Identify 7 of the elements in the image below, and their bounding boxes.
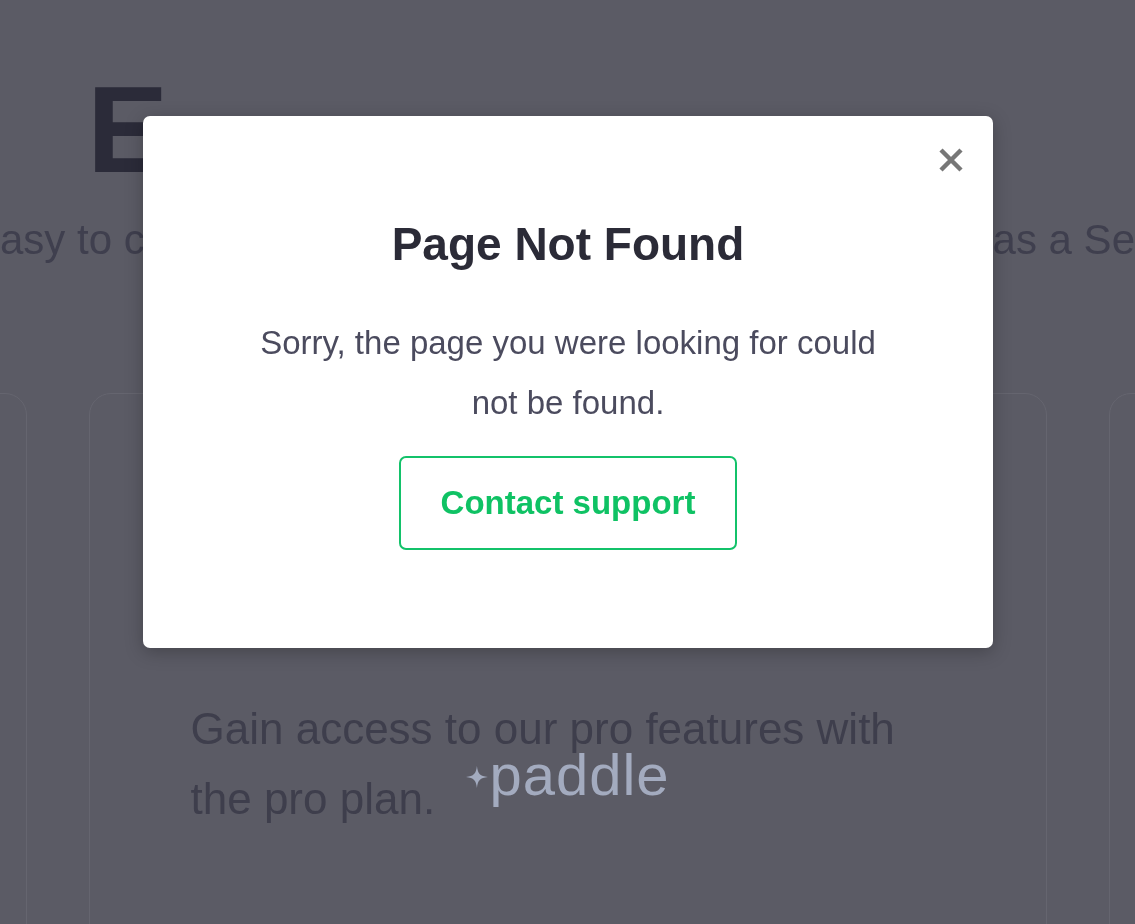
close-icon	[937, 146, 965, 174]
logo-wordmark: paddle	[489, 742, 670, 808]
sparkle-icon	[465, 766, 488, 788]
dialog-title: Page Not Found	[391, 217, 745, 272]
dialog-message: Sorry, the page you were looking for could not be found.	[259, 323, 877, 423]
close-button[interactable]	[937, 146, 965, 174]
contact-support-button[interactable]: Contact support	[399, 456, 737, 550]
